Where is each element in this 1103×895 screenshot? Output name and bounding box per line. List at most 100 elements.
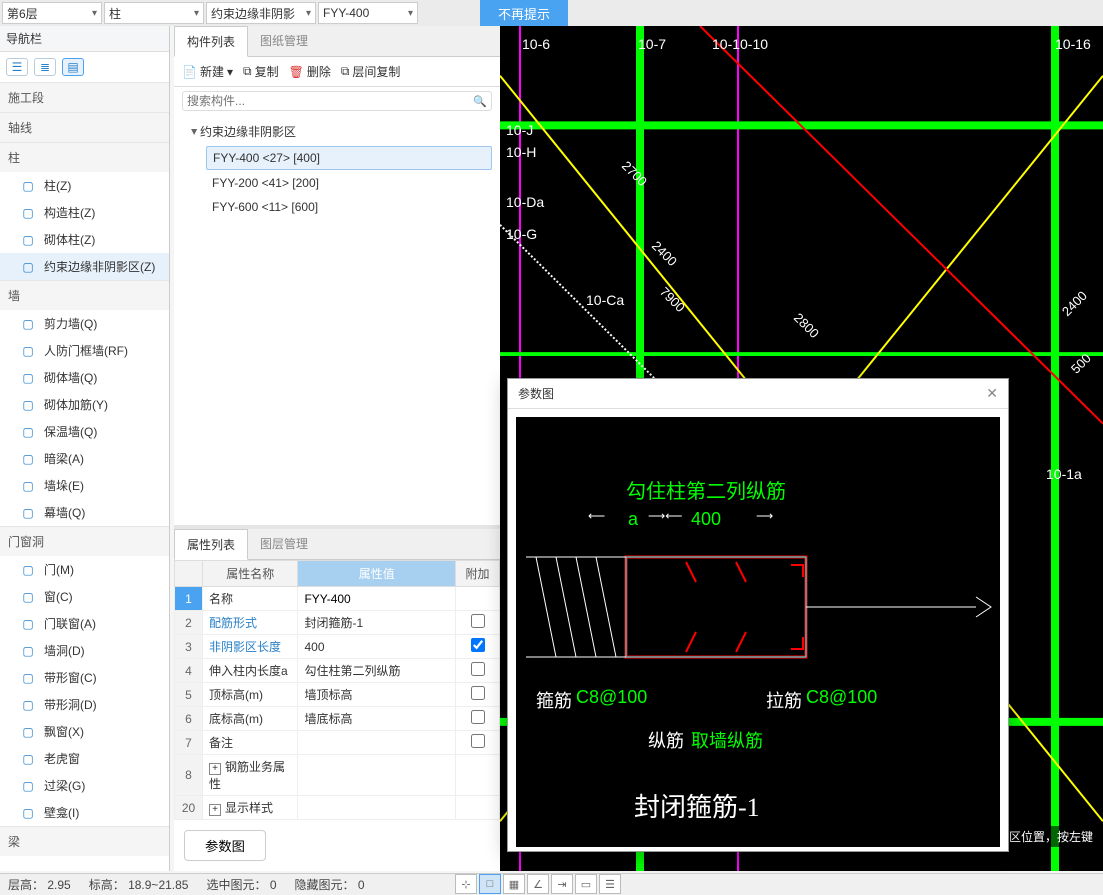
- row-number[interactable]: 1: [175, 587, 203, 611]
- nav-item[interactable]: ▢砌体柱(Z): [0, 226, 169, 253]
- nav-item[interactable]: ▢壁龛(I): [0, 799, 169, 826]
- nav-section[interactable]: 墙: [0, 280, 169, 310]
- nav-item[interactable]: ▢墙洞(D): [0, 637, 169, 664]
- nav-item[interactable]: ▢柱(Z): [0, 172, 169, 199]
- row-number[interactable]: 7: [175, 731, 203, 755]
- prop-extra-checkbox[interactable]: [471, 710, 485, 724]
- tree-item[interactable]: FYY-400 <27> [400]: [206, 146, 492, 170]
- grid-icon[interactable]: ▦: [503, 874, 525, 894]
- delete-button[interactable]: 🗑删除: [289, 63, 331, 80]
- view-mode-list-icon[interactable]: ≣: [34, 58, 56, 76]
- row-number[interactable]: 8: [175, 755, 203, 796]
- nav-section[interactable]: 轴线: [0, 112, 169, 142]
- new-button[interactable]: 📄新建 ▾: [182, 63, 233, 80]
- nav-item[interactable]: ▢带形窗(C): [0, 664, 169, 691]
- property-table: 属性名称 属性值 附加 1名称2配筋形式封闭箍筋-13非阴影区长度4004伸入柱…: [174, 560, 500, 820]
- tie-label: 拉筋: [766, 687, 802, 713]
- layer-icon[interactable]: ▭: [575, 874, 597, 894]
- nav-item[interactable]: ▢ 门联窗(A): [0, 610, 169, 637]
- close-icon[interactable]: ✕: [986, 385, 998, 402]
- nav-item[interactable]: ▢保温墙(Q): [0, 418, 169, 445]
- item-icon: ▢: [20, 616, 36, 632]
- prop-extra-checkbox[interactable]: [471, 638, 485, 652]
- nav-item-label: 幕墙(Q): [44, 504, 85, 521]
- copy-button[interactable]: ⧉复制: [243, 63, 279, 80]
- search-input[interactable]: [187, 94, 473, 108]
- nav-item[interactable]: ▢门(M): [0, 556, 169, 583]
- floor-dropdown[interactable]: 第6层: [2, 2, 102, 24]
- more-icon[interactable]: ☰: [599, 874, 621, 894]
- row-number[interactable]: 4: [175, 659, 203, 683]
- prop-name: 名称: [203, 587, 298, 611]
- nav-item[interactable]: ▢暗梁(A): [0, 445, 169, 472]
- grid-label: 10-G: [506, 226, 537, 242]
- nav-item[interactable]: ▢砌体墙(Q): [0, 364, 169, 391]
- angle-icon[interactable]: ∠: [527, 874, 549, 894]
- category-dropdown[interactable]: 柱: [104, 2, 204, 24]
- prop-extra-checkbox[interactable]: [471, 662, 485, 676]
- nav-section[interactable]: 施工段: [0, 82, 169, 112]
- prop-extra-checkbox[interactable]: [471, 686, 485, 700]
- row-number[interactable]: 2: [175, 611, 203, 635]
- grid-label: 10-H: [506, 144, 536, 160]
- tie-value: C8@100: [806, 687, 877, 708]
- hoop-label: 箍筋: [536, 687, 572, 713]
- nav-item[interactable]: ▢构造柱(Z): [0, 199, 169, 226]
- nav-item[interactable]: ▢过梁(G): [0, 772, 169, 799]
- tree-group[interactable]: 约束边缘非阴影区: [182, 119, 492, 144]
- nav-item[interactable]: ▢约束边缘非阴影区(Z): [0, 253, 169, 280]
- nav-item[interactable]: ▢剪力墙(Q): [0, 310, 169, 337]
- nav-item-label: 人防门框墙(RF): [44, 342, 128, 359]
- view-mode-grid-icon[interactable]: ▤: [62, 58, 84, 76]
- nav-section[interactable]: 梁: [0, 826, 169, 856]
- dismiss-button[interactable]: 不再提示: [480, 0, 568, 27]
- expand-icon[interactable]: +: [209, 763, 221, 775]
- nav-item[interactable]: ▢窗(C): [0, 583, 169, 610]
- prop-extra-checkbox[interactable]: [471, 614, 485, 628]
- tree-item[interactable]: FYY-200 <41> [200]: [206, 172, 492, 194]
- nav-item[interactable]: ▢老虎窗: [0, 745, 169, 772]
- tab-layers[interactable]: 图层管理: [248, 529, 320, 559]
- tab-components[interactable]: 构件列表: [174, 26, 248, 57]
- prop-extra-checkbox[interactable]: [471, 734, 485, 748]
- row-number[interactable]: 3: [175, 635, 203, 659]
- nav-item[interactable]: ▢人防门框墙(RF): [0, 337, 169, 364]
- expand-icon[interactable]: +: [209, 804, 221, 816]
- nav-item-label: 门联窗(A): [44, 615, 96, 632]
- nav-item[interactable]: ▢飘窗(X): [0, 718, 169, 745]
- view-mode-tree-icon[interactable]: ☰: [6, 58, 28, 76]
- tab-drawings[interactable]: 图纸管理: [248, 26, 320, 56]
- param-diagram-button[interactable]: 参数图: [184, 830, 266, 861]
- offset-icon[interactable]: ⇥: [551, 874, 573, 894]
- row-number[interactable]: 5: [175, 683, 203, 707]
- prop-name: 顶标高(m): [203, 683, 298, 707]
- nav-item-label: 约束边缘非阴影区(Z): [44, 258, 155, 275]
- nav-item[interactable]: ▢幕墙(Q): [0, 499, 169, 526]
- col-value[interactable]: 属性值: [298, 561, 456, 587]
- subcategory-dropdown[interactable]: 约束边缘非阴影: [206, 2, 316, 24]
- nav-item-label: 墙垛(E): [44, 477, 84, 494]
- nav-section[interactable]: 柱: [0, 142, 169, 172]
- tab-attrs[interactable]: 属性列表: [174, 529, 248, 560]
- nav-item[interactable]: ▢墙垛(E): [0, 472, 169, 499]
- nav-item-label: 砌体柱(Z): [44, 231, 95, 248]
- prop-name: 非阴影区长度: [203, 635, 298, 659]
- copy-icon: ⧉: [243, 64, 252, 79]
- nav-item-label: 窗(C): [44, 588, 73, 605]
- floorcopy-button[interactable]: ⧉层间复制: [341, 63, 401, 80]
- row-number[interactable]: 20: [175, 796, 203, 820]
- col-extra: 附加: [456, 561, 500, 587]
- nav-section[interactable]: 门窗洞: [0, 526, 169, 556]
- prop-value-input[interactable]: [304, 592, 449, 606]
- nav-item-label: 砌体加筋(Y): [44, 396, 108, 413]
- item-icon: ▢: [20, 697, 36, 713]
- tree-item[interactable]: FYY-600 <11> [600]: [206, 196, 492, 218]
- ortho-icon[interactable]: □: [479, 874, 501, 894]
- nav-item[interactable]: ▢带形洞(D): [0, 691, 169, 718]
- snap-icon[interactable]: ⊹: [455, 874, 477, 894]
- search-input-wrap[interactable]: [182, 91, 492, 111]
- code-dropdown[interactable]: FYY-400: [318, 2, 418, 24]
- dim-len: 400: [691, 509, 721, 530]
- row-number[interactable]: 6: [175, 707, 203, 731]
- nav-item[interactable]: ▢砌体加筋(Y): [0, 391, 169, 418]
